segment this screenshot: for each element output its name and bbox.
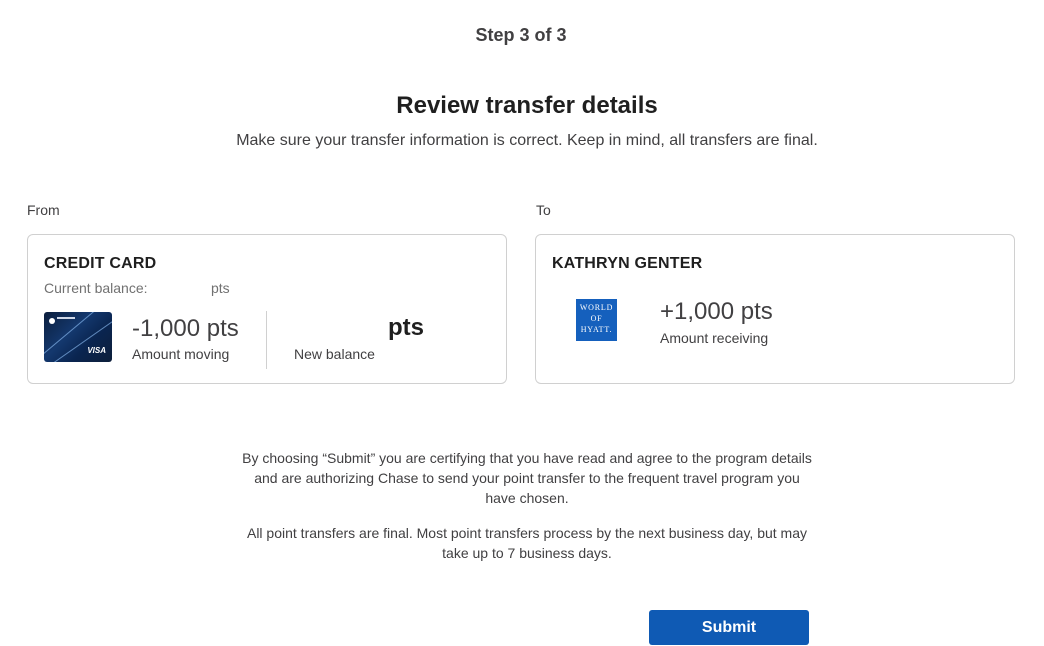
certify-text: By choosing “Submit” you are certifying … bbox=[242, 450, 812, 506]
submit-button[interactable]: Submit bbox=[649, 610, 809, 645]
world-of-hyatt-logo: WORLD OF HYATT. bbox=[576, 299, 617, 341]
divider bbox=[266, 311, 267, 369]
from-card-heading: CREDIT CARD bbox=[44, 255, 157, 272]
certify-disclaimer: By choosing “Submit” you are certifying … bbox=[0, 448, 1044, 508]
final-text: All point transfers are final. Most poin… bbox=[246, 525, 807, 561]
to-label: To bbox=[536, 202, 551, 218]
amount-receiving-label: Amount receiving bbox=[660, 330, 769, 346]
step-indicator: Step 3 of 3 bbox=[475, 25, 567, 45]
to-card-heading: KATHRYN GENTER bbox=[552, 255, 703, 272]
current-balance: Current balance: pts bbox=[44, 280, 230, 296]
final-disclaimer: All point transfers are final. Most poin… bbox=[0, 523, 1044, 563]
new-balance-label: New balance bbox=[294, 346, 375, 362]
current-balance-unit: pts bbox=[211, 280, 230, 296]
to-card: KATHRYN GENTER WORLD OF HYATT. +1,000 pt… bbox=[535, 234, 1015, 384]
current-balance-label: Current balance: bbox=[44, 280, 148, 296]
amount-moving-label: Amount moving bbox=[132, 346, 230, 362]
from-label: From bbox=[27, 202, 60, 218]
page-title: Review transfer details bbox=[396, 92, 658, 119]
credit-card-image: VISA bbox=[44, 312, 112, 362]
amount-moving: -1,000 pts bbox=[132, 315, 239, 342]
from-card: CREDIT CARD Current balance: pts VISA -1… bbox=[27, 234, 507, 384]
amount-receiving: +1,000 pts bbox=[660, 298, 773, 325]
page-subtitle: Make sure your transfer information is c… bbox=[236, 132, 818, 149]
new-balance-unit: pts bbox=[388, 314, 424, 341]
